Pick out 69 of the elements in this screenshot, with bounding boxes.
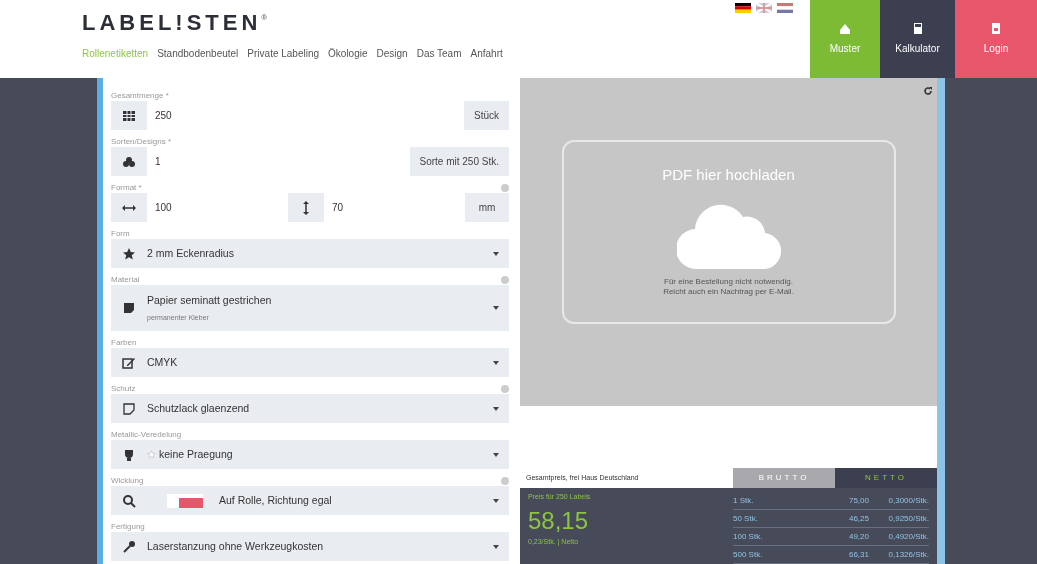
table-cell-text: 66,31	[847, 548, 869, 561]
table-cell-text: 0,4920/Stk.	[887, 530, 929, 543]
wrench-icon	[122, 539, 136, 554]
field-label: Gesamtmenge *	[111, 92, 169, 100]
dropdown-caret-icon	[493, 544, 499, 549]
unit-addon: mm	[465, 193, 509, 222]
nav-link[interactable]: Ökologie	[328, 46, 368, 61]
registered-mark: ®	[261, 12, 268, 24]
table-cell-text: 46,25	[847, 512, 869, 525]
dropdown-caret-icon	[493, 406, 499, 411]
table-cell-text: 75,00	[847, 494, 869, 507]
layers-icon	[122, 154, 136, 169]
dropdown-caret-icon	[493, 360, 499, 365]
upload-dropzone[interactable]: PDF hier hochladen Für eine Bestellung nicht notwendig. Reicht auch ein Nachtrag per E-Mail.	[561, 140, 896, 324]
table-cell-text: 49,20	[847, 530, 869, 543]
note-icon	[122, 301, 136, 315]
field-label: Format *	[111, 184, 142, 192]
header-button[interactable]: Login	[955, 0, 1037, 78]
header-button[interactable]: Kalkulator	[880, 0, 955, 78]
trophy-icon	[122, 447, 136, 462]
info-icon[interactable]	[501, 385, 509, 393]
nav-link[interactable]: Design	[376, 46, 408, 61]
table-cell-text: 1 Stk.	[733, 494, 755, 507]
field-label: Wicklung	[111, 477, 144, 485]
field-label: Material	[111, 276, 140, 284]
star-icon	[122, 246, 136, 261]
upload-title: PDF hier hochladen	[662, 165, 795, 185]
select-dropdown[interactable]: Laserstanzung ohne Werkzeugkosten	[111, 532, 509, 561]
field-label: Form	[111, 230, 130, 238]
table-cell-text: 500 Stk.	[733, 548, 764, 561]
price-tab[interactable]: NETTO	[835, 468, 937, 488]
field-label: Schutz	[111, 385, 136, 393]
logo[interactable]: LABEL!STEN	[82, 12, 262, 34]
select-dropdown[interactable]: 2 mm Eckenradius	[111, 239, 509, 268]
table-cell-text: 100 Stk.	[733, 530, 764, 543]
table-cell-text: 0,1326/Stk.	[887, 548, 929, 561]
total-price: 58,15	[528, 508, 590, 533]
sticky-note-icon	[122, 401, 136, 416]
dropdown-caret-icon	[493, 498, 499, 503]
dropdown-caret-icon	[493, 452, 499, 457]
table-cell-text: 0,9250/Stk.	[887, 512, 929, 525]
table-cell-text: 50 Stk.	[733, 512, 759, 525]
select-dropdown[interactable]: CMYK	[111, 348, 509, 377]
refresh-icon[interactable]	[923, 86, 933, 96]
nav-link[interactable]: Private Labeling	[247, 46, 320, 61]
unit-addon: Stück	[464, 101, 509, 130]
nav-link[interactable]: Das Team	[416, 46, 462, 61]
table-cell-text: 0,3000/Stk.	[887, 494, 929, 507]
calculator-icon	[911, 22, 924, 35]
info-icon[interactable]	[501, 276, 509, 284]
flag-icon[interactable]	[735, 3, 751, 13]
field-label: Metallic-Veredelung	[111, 431, 182, 439]
nav-link[interactable]: Anfahrt	[470, 46, 503, 61]
info-icon[interactable]	[501, 184, 509, 192]
nav-link[interactable]: Standbodenbeutel	[157, 46, 239, 61]
search-icon	[122, 493, 136, 508]
field-label: Farben	[111, 339, 137, 347]
dropdown-caret-icon	[493, 251, 499, 256]
edit-icon	[122, 355, 136, 370]
unit-addon: Sorte mit 250 Stk.	[409, 147, 509, 176]
dropdown-caret-icon	[493, 306, 499, 310]
upload-note: Für eine Bestellung nicht notwendig. Reicht auch ein Nachtrag per E-Mail.	[663, 276, 794, 297]
grid-icon	[122, 108, 136, 123]
select-dropdown[interactable]: keine Praegung	[111, 440, 509, 469]
info-icon[interactable]	[501, 477, 509, 485]
select-dropdown[interactable]: Schutzlack glaenzend	[111, 394, 509, 423]
field-label: Fertigung	[111, 523, 145, 531]
field-label: Sorten/Designs *	[111, 138, 172, 146]
select-dropdown[interactable]: Auf Rolle, Richtung egal	[111, 486, 509, 515]
